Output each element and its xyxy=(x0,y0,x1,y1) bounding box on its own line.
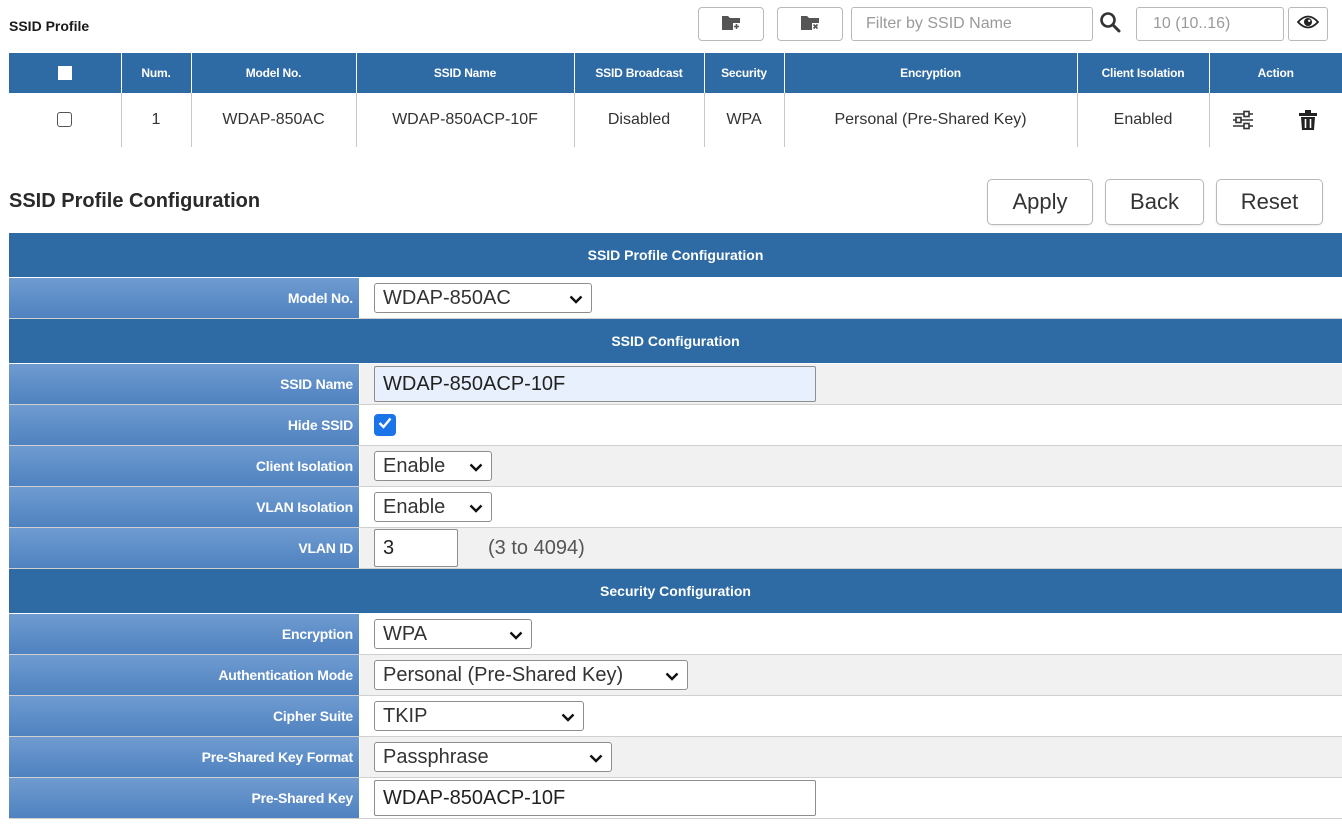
ssid-name-input[interactable]: WDAP-850ACP-10F xyxy=(374,366,816,402)
field-label: Hide SSID xyxy=(9,405,360,445)
toggle-columns-button[interactable] xyxy=(1288,7,1328,41)
column-header: Security xyxy=(704,53,785,93)
select-value: Passphrase xyxy=(383,745,489,768)
cipher-suite-row: Cipher Suite TKIP xyxy=(9,696,1342,737)
model-no-select[interactable]: WDAP-850AC xyxy=(374,283,592,313)
field-label: Client Isolation xyxy=(9,446,360,486)
vlan-id-input[interactable]: 3 xyxy=(374,529,458,567)
row-client-isolation: Enabled xyxy=(1077,93,1210,147)
chevron-down-icon xyxy=(589,746,603,769)
section-header-security: Security Configuration xyxy=(9,569,1342,614)
column-header: Client Isolation xyxy=(1077,53,1210,93)
chevron-down-icon xyxy=(469,496,483,519)
vlan-id-row: VLAN ID 3 (3 to 4094) xyxy=(9,528,1342,569)
field-label: Encryption xyxy=(9,614,360,654)
column-header: SSID Name xyxy=(356,53,575,93)
page-title: SSID Profile xyxy=(9,18,90,34)
row-encryption: Personal (Pre-Shared Key) xyxy=(784,93,1078,147)
encryption-select[interactable]: WPA xyxy=(374,619,532,649)
chevron-down-icon xyxy=(469,455,483,478)
encryption-row: Encryption WPA xyxy=(9,614,1342,655)
row-checkbox[interactable] xyxy=(57,112,73,128)
config-form: SSID Profile Configuration Model No. WDA… xyxy=(9,233,1342,819)
field-label: SSID Name xyxy=(9,364,360,404)
trash-icon[interactable] xyxy=(1294,106,1322,134)
table-header-row: Num. Model No. SSID Name SSID Broadcast … xyxy=(9,53,1342,93)
row-ssid-name: WDAP-850ACP-10F xyxy=(356,93,575,147)
search-icon xyxy=(1099,11,1121,38)
hide-ssid-checkbox[interactable] xyxy=(374,414,396,436)
config-title: SSID Profile Configuration xyxy=(9,190,261,212)
chevron-down-icon xyxy=(569,287,583,310)
model-no-row: Model No. WDAP-850AC xyxy=(9,278,1342,319)
search-button[interactable] xyxy=(1093,7,1127,41)
select-value: Enable xyxy=(383,454,446,477)
folder-add-icon xyxy=(721,13,741,36)
page-size-field[interactable]: 10 (10..16) xyxy=(1136,7,1284,41)
row-actions xyxy=(1209,93,1342,147)
select-value: TKIP xyxy=(383,704,428,727)
row-security: WPA xyxy=(704,93,785,147)
psk-format-row: Pre-Shared Key Format Passphrase xyxy=(9,737,1342,778)
table-row[interactable]: 1 WDAP-850AC WDAP-850ACP-10F Disabled WP… xyxy=(9,93,1342,147)
row-num: 1 xyxy=(121,93,192,147)
psk-input[interactable]: WDAP-850ACP-10F xyxy=(374,780,816,816)
reset-button[interactable]: Reset xyxy=(1216,179,1323,225)
field-label: Cipher Suite xyxy=(9,696,360,736)
row-model: WDAP-850AC xyxy=(191,93,357,147)
column-header: Encryption xyxy=(784,53,1078,93)
ssid-profile-table: Num. Model No. SSID Name SSID Broadcast … xyxy=(9,53,1342,147)
vlan-isolation-row: VLAN Isolation Enable xyxy=(9,487,1342,528)
select-all-checkbox[interactable] xyxy=(57,66,72,81)
folder-delete-icon xyxy=(800,13,820,36)
field-label: Pre-Shared Key Format xyxy=(9,737,360,777)
apply-button[interactable]: Apply xyxy=(987,179,1093,225)
select-value: Enable xyxy=(383,495,446,518)
delete-profile-button[interactable] xyxy=(777,7,843,41)
field-label: Model No. xyxy=(9,278,360,318)
vlan-id-range-hint: (3 to 4094) xyxy=(488,536,585,559)
select-value: WPA xyxy=(383,622,428,645)
vlan-isolation-select[interactable]: Enable xyxy=(374,492,492,522)
client-isolation-select[interactable]: Enable xyxy=(374,451,492,481)
eye-icon xyxy=(1296,14,1320,35)
back-button[interactable]: Back xyxy=(1105,179,1204,225)
column-header: Model No. xyxy=(191,53,357,93)
column-header: Action xyxy=(1209,53,1342,93)
ssid-filter-input[interactable] xyxy=(851,7,1093,41)
column-header: Num. xyxy=(121,53,192,93)
auth-mode-row: Authentication Mode Personal (Pre-Shared… xyxy=(9,655,1342,696)
chevron-down-icon xyxy=(665,664,679,687)
row-select-cell xyxy=(9,93,122,147)
select-all-header xyxy=(9,53,122,93)
section-header-profile: SSID Profile Configuration xyxy=(9,233,1342,278)
field-label: VLAN ID xyxy=(9,528,360,568)
column-header: SSID Broadcast xyxy=(574,53,705,93)
select-value: Personal (Pre-Shared Key) xyxy=(383,663,624,686)
cipher-suite-select[interactable]: TKIP xyxy=(374,701,584,731)
section-header-ssid: SSID Configuration xyxy=(9,319,1342,364)
settings-sliders-icon[interactable] xyxy=(1229,106,1257,134)
chevron-down-icon xyxy=(561,705,575,728)
field-label: Authentication Mode xyxy=(9,655,360,695)
client-isolation-row: Client Isolation Enable xyxy=(9,446,1342,487)
hide-ssid-row: Hide SSID xyxy=(9,405,1342,446)
auth-mode-select[interactable]: Personal (Pre-Shared Key) xyxy=(374,660,688,690)
field-label: Pre-Shared Key xyxy=(9,778,360,818)
select-value: WDAP-850AC xyxy=(383,286,511,309)
checkmark-icon xyxy=(378,416,392,434)
psk-format-select[interactable]: Passphrase xyxy=(374,742,612,772)
add-profile-button[interactable] xyxy=(698,7,764,41)
chevron-down-icon xyxy=(509,623,523,646)
field-label: VLAN Isolation xyxy=(9,487,360,527)
row-broadcast: Disabled xyxy=(574,93,705,147)
ssid-name-row: SSID Name WDAP-850ACP-10F xyxy=(9,364,1342,405)
psk-row: Pre-Shared Key WDAP-850ACP-10F xyxy=(9,778,1342,819)
